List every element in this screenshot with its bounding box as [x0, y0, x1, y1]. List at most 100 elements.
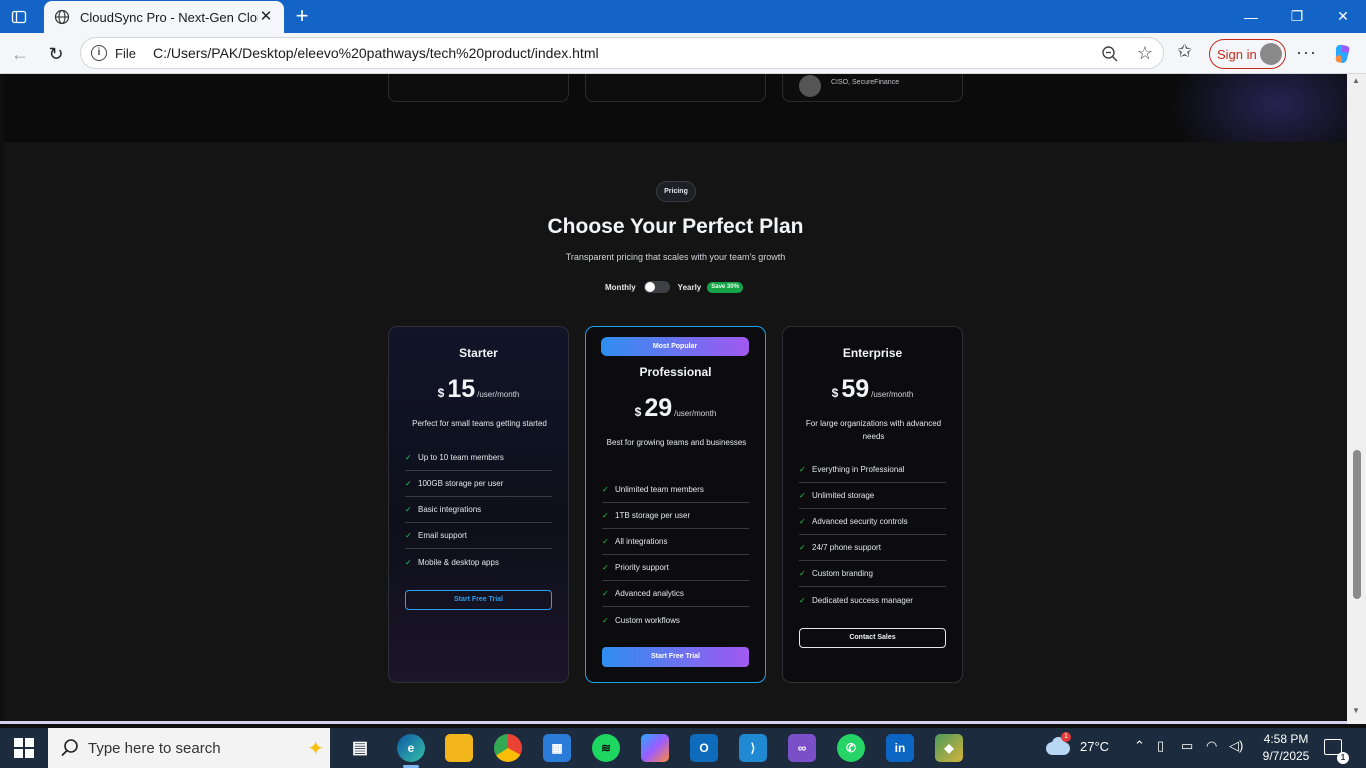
window-close-button[interactable]: ✕ [1320, 0, 1366, 33]
feature-text: 100GB storage per user [418, 479, 504, 488]
check-icon: ✓ [405, 453, 412, 462]
show-hidden-icons[interactable]: ⌃ [1134, 738, 1145, 754]
feature-text: 1TB storage per user [615, 511, 691, 520]
testimonial-card: CISO, SecureFinance [782, 74, 963, 102]
spotify-icon[interactable]: ≋ [592, 734, 620, 762]
billing-toggle-switch[interactable] [643, 281, 670, 293]
sign-in-button[interactable]: Sign in [1209, 39, 1286, 69]
browser-tab-active[interactable]: CloudSync Pro - Next-Gen Cloud ✕ [44, 1, 284, 33]
plan-description: Perfect for small teams getting started [412, 419, 547, 428]
feature-item: ✓ 24/7 phone support [799, 535, 946, 561]
linkedin-icon[interactable]: in [886, 734, 914, 762]
feature-text: Priority support [615, 563, 669, 572]
price-period: /user/month [871, 390, 914, 399]
back-button[interactable]: ← [7, 41, 33, 67]
check-icon: ✓ [799, 543, 806, 552]
outlook-icon[interactable]: O [690, 734, 718, 762]
whatsapp-icon[interactable]: ✆ [837, 734, 865, 762]
page-viewport: CISO, SecureFinance Pricing Choose Your … [4, 74, 1347, 723]
check-icon: ✓ [602, 537, 609, 546]
task-view-icon[interactable]: ▤ [346, 734, 374, 762]
feature-item: ✓ Custom workflows [602, 607, 749, 633]
feature-item: ✓ Up to 10 team members [405, 445, 552, 471]
meet-now-icon[interactable]: ▯ [1157, 738, 1164, 754]
feature-text: Up to 10 team members [418, 453, 504, 462]
feature-item: ✓ 1TB storage per user [602, 503, 749, 529]
favorite-star-icon[interactable]: ☆ [1137, 43, 1153, 64]
feature-item: ✓ All integrations [602, 529, 749, 555]
wifi-icon[interactable]: ◠ [1206, 738, 1217, 754]
scrollbar-thumb[interactable] [1353, 450, 1361, 599]
yearly-label: Yearly [677, 282, 702, 292]
plan-card-professional: Most Popular Professional $ 29 /user/mon… [585, 326, 766, 683]
feature-list: ✓ Unlimited team members ✓ 1TB storage per… [602, 477, 749, 633]
notification-count: 1 [1337, 752, 1349, 764]
tab-close-icon[interactable]: ✕ [258, 9, 274, 25]
start-trial-button[interactable]: Start Free Trial [405, 590, 552, 610]
feature-text: Email support [418, 531, 467, 540]
scroll-up-icon[interactable]: ▲ [1352, 76, 1360, 85]
monthly-label: Monthly [605, 282, 636, 292]
check-icon: ✓ [602, 589, 609, 598]
feature-item: ✓ Mobile & desktop apps [405, 549, 552, 575]
system-clock[interactable]: 4:58 PM 9/7/2025 [1256, 731, 1316, 765]
billing-toggle-group: Monthly Yearly Save 30% [605, 280, 743, 294]
plan-price: $ 15 /user/month [389, 375, 568, 404]
feature-text: Mobile & desktop apps [418, 557, 499, 567]
feature-list: ✓ Everything in Professional ✓ Unlimited s… [799, 457, 946, 613]
scroll-down-icon[interactable]: ▼ [1352, 706, 1360, 715]
edge-icon[interactable]: e [397, 734, 425, 762]
new-tab-button[interactable]: + [290, 5, 314, 29]
vs-code-icon[interactable]: ⟩ [739, 734, 767, 762]
feature-text: Advanced security controls [812, 517, 908, 526]
currency-symbol: $ [437, 386, 445, 400]
favorites-icon[interactable]: ✩ [1177, 41, 1192, 62]
chrome-icon[interactable] [494, 734, 522, 762]
more-options-icon[interactable]: ··· [1296, 42, 1317, 63]
feature-item: ✓ Advanced analytics [602, 581, 749, 607]
clock-time: 4:58 PM [1263, 732, 1309, 746]
refresh-button[interactable]: ↻ [43, 41, 69, 67]
testimonials-section: CISO, SecureFinance [4, 74, 1347, 142]
taskbar-search[interactable]: Type here to search ✦ [48, 728, 330, 768]
page-scrollbar[interactable]: ▲ ▼ [1347, 74, 1366, 724]
weather-temperature: 27°C [1080, 738, 1110, 754]
plan-description: Best for growing teams and businesses [606, 438, 747, 447]
address-url[interactable]: C:/Users/PAK/Desktop/eleevo%20pathways/t… [153, 45, 599, 61]
tab-actions-icon[interactable] [8, 6, 30, 28]
minimize-button[interactable]: — [1228, 0, 1274, 33]
info-icon[interactable]: i [91, 45, 107, 61]
battery-icon[interactable]: ▭ [1181, 738, 1193, 754]
contact-sales-button[interactable]: Contact Sales [799, 628, 946, 648]
git-client-icon[interactable]: ◆ [935, 734, 963, 762]
visual-studio-icon[interactable]: ∞ [788, 734, 816, 762]
address-bar[interactable]: i File C:/Users/PAK/Desktop/eleevo%20pat… [80, 37, 1164, 69]
check-icon: ✓ [799, 465, 806, 474]
pricing-heading: Choose Your Perfect Plan [547, 215, 804, 238]
zoom-icon[interactable] [1101, 45, 1119, 63]
copilot-icon[interactable] [1331, 42, 1355, 66]
currency-symbol: $ [831, 386, 839, 400]
weather-widget[interactable]: 1 27°C [1046, 732, 1110, 756]
start-trial-button[interactable]: Start Free Trial [602, 647, 749, 667]
weather-cloud-icon: 1 [1046, 732, 1072, 756]
feature-item: ✓ Unlimited storage [799, 483, 946, 509]
plan-name: Starter [459, 346, 498, 360]
background-glow [1167, 74, 1347, 142]
author-role: CISO, SecureFinance [831, 79, 900, 86]
volume-icon[interactable]: ◁) [1229, 738, 1243, 754]
check-icon: ✓ [602, 615, 609, 625]
start-button[interactable] [14, 738, 34, 758]
search-highlight-icon: ✦ [307, 738, 324, 760]
copilot-app-icon[interactable] [641, 734, 669, 762]
plan-card-starter: Starter $ 15 /user/month Perfect for sma… [388, 326, 569, 683]
restore-button[interactable]: ❐ [1274, 0, 1320, 33]
file-explorer-icon[interactable] [445, 734, 473, 762]
feature-list: ✓ Up to 10 team members ✓ 100GB storage pe… [405, 445, 552, 575]
search-icon [61, 739, 78, 757]
feature-item: ✓ Unlimited team members [602, 477, 749, 503]
tab-title: CloudSync Pro - Next-Gen Cloud [80, 9, 258, 25]
feature-text: Advanced analytics [615, 589, 684, 598]
section-badge: Pricing [656, 181, 696, 202]
microsoft-store-icon[interactable]: ▦ [543, 734, 571, 762]
